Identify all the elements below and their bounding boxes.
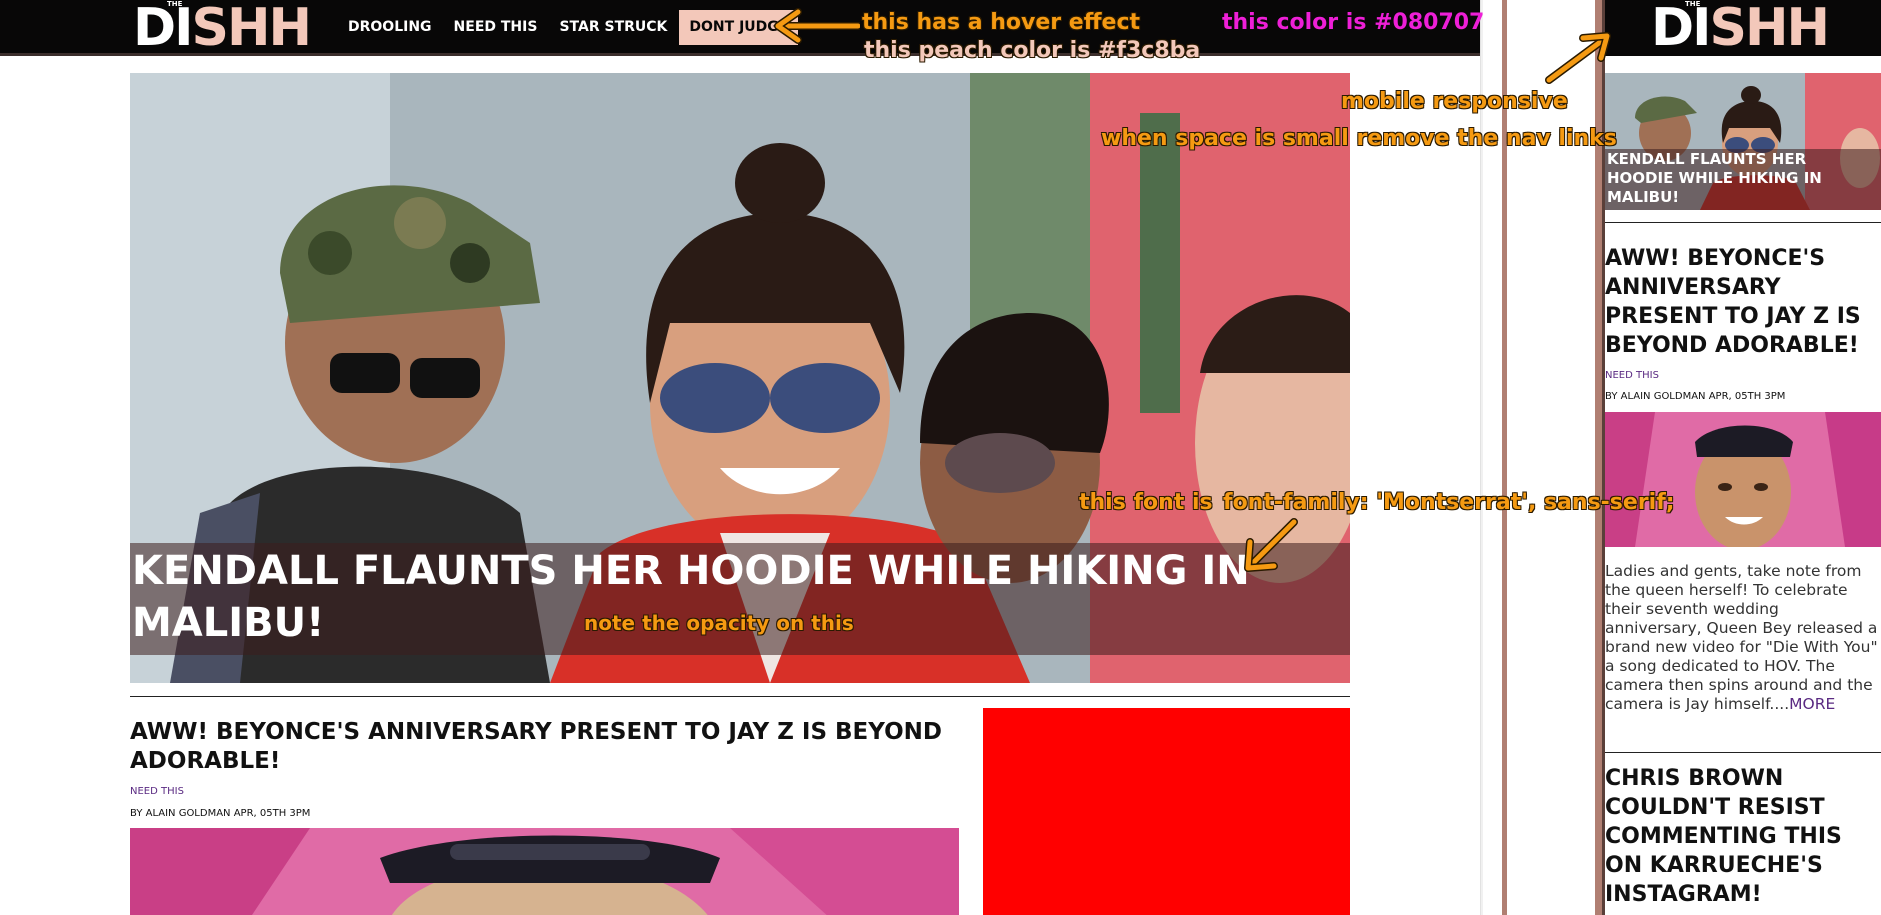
article-title[interactable]: AWW! BEYONCE'S ANNIVERSARY PRESENT TO JA… bbox=[130, 718, 960, 776]
mobile-logo-part-peach: SHH bbox=[1709, 0, 1830, 58]
nav-links: DROOLING NEED THIS STAR STRUCK DONT JUDG… bbox=[338, 10, 800, 45]
annotation-font-label: this font is bbox=[1079, 490, 1213, 515]
mobile-more-link[interactable]: MORE bbox=[1789, 695, 1835, 713]
article-image[interactable] bbox=[130, 828, 959, 915]
mobile-article-byline: BY ALAIN GOLDMAN APR, 05TH 3PM bbox=[1605, 391, 1786, 402]
logo-part-peach: SHH bbox=[191, 0, 312, 58]
mobile-logo-part-white: DI bbox=[1651, 0, 1711, 58]
nav-star-struck[interactable]: STAR STRUCK bbox=[549, 10, 677, 45]
article-photo bbox=[130, 828, 959, 915]
mobile-divider-2 bbox=[1605, 752, 1881, 753]
section-divider bbox=[130, 696, 1350, 697]
article-category[interactable]: NEED THIS bbox=[130, 786, 184, 797]
annotation-font-value: font-family: 'Montserrat', sans-serif; bbox=[1223, 490, 1675, 515]
article-byline: BY ALAIN GOLDMAN APR, 05TH 3PM bbox=[130, 808, 311, 819]
arrow-down-left-icon bbox=[1244, 518, 1298, 572]
mobile-article-category[interactable]: NEED THIS bbox=[1605, 370, 1659, 381]
hero-feature[interactable]: KENDALL FLAUNTS HER HOODIE WHILE HIKING … bbox=[130, 73, 1350, 683]
mobile-article-image[interactable] bbox=[1605, 412, 1881, 547]
logo-the: THE bbox=[167, 0, 183, 8]
logo-part-white: DI bbox=[133, 0, 193, 58]
mobile-hero-feature[interactable]: KENDALL FLAUNTS HER HOODIE WHILE HIKING … bbox=[1605, 73, 1881, 210]
mobile-excerpt-text: Ladies and gents, take note from the que… bbox=[1605, 562, 1878, 713]
mobile-article-photo bbox=[1605, 412, 1881, 547]
site-logo[interactable]: THE DISHH bbox=[133, 0, 312, 54]
nav-need-this[interactable]: NEED THIS bbox=[444, 10, 548, 45]
mobile-logo-the: THE bbox=[1685, 0, 1701, 8]
mobile-divider bbox=[1605, 222, 1881, 223]
annotation-peach: this peach color is #f3c8ba bbox=[864, 38, 1201, 63]
annotation-opacity: note the opacity on this bbox=[584, 611, 854, 635]
mobile-article2-title[interactable]: CHRIS BROWN COULDN'T RESIST COMMENTING T… bbox=[1605, 764, 1875, 909]
arrow-left-icon bbox=[774, 8, 860, 44]
annotation-mobile: mobile responsive bbox=[1341, 89, 1568, 114]
ad-placeholder[interactable] bbox=[983, 708, 1350, 915]
annotation-color: this color is #080707 bbox=[1222, 10, 1485, 35]
arrow-up-right-icon bbox=[1545, 32, 1611, 84]
mobile-article-excerpt: Ladies and gents, take note from the que… bbox=[1605, 562, 1879, 714]
mobile-navbar: THE DISHH bbox=[1605, 0, 1881, 56]
mobile-hero-title[interactable]: KENDALL FLAUNTS HER HOODIE WHILE HIKING … bbox=[1607, 150, 1837, 207]
annotation-hover: this has a hover effect bbox=[862, 10, 1141, 35]
annotation-remove-nav: when space is small remove the nav links bbox=[1101, 126, 1617, 151]
nav-drooling[interactable]: DROOLING bbox=[338, 10, 442, 45]
mobile-view: THE DISHH KENDALL FLAUNTS HER HOODIE WHI… bbox=[1605, 0, 1881, 915]
mobile-article-title[interactable]: AWW! BEYONCE'S ANNIVERSARY PRESENT TO JA… bbox=[1605, 244, 1875, 360]
mobile-site-logo[interactable]: THE DISHH bbox=[1651, 0, 1830, 54]
